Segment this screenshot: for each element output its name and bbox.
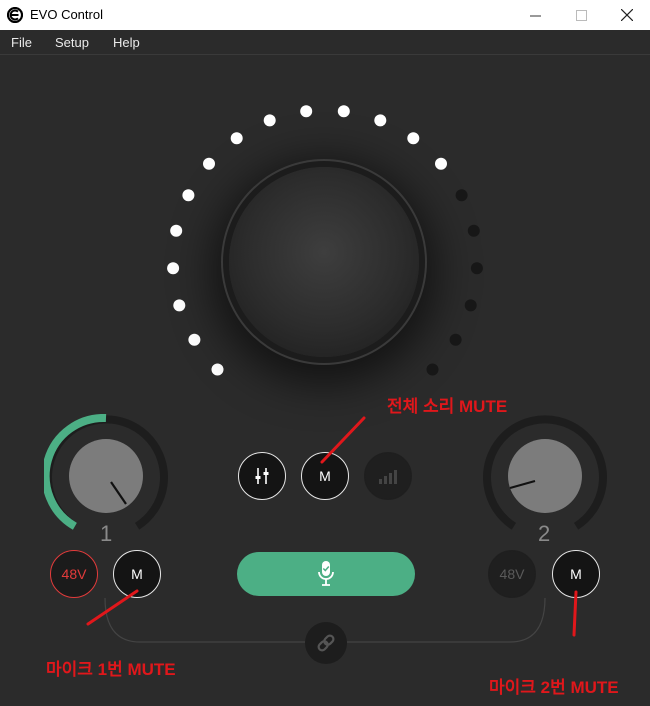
annotation-master-mute: 전체 소리 MUTE <box>387 397 508 416</box>
annotation-mic2-mute: 마이크 2번 MUTE <box>489 678 619 697</box>
annotation-strokes <box>86 416 578 637</box>
annotation-mic1-mute: 마이크 1번 MUTE <box>46 660 176 679</box>
